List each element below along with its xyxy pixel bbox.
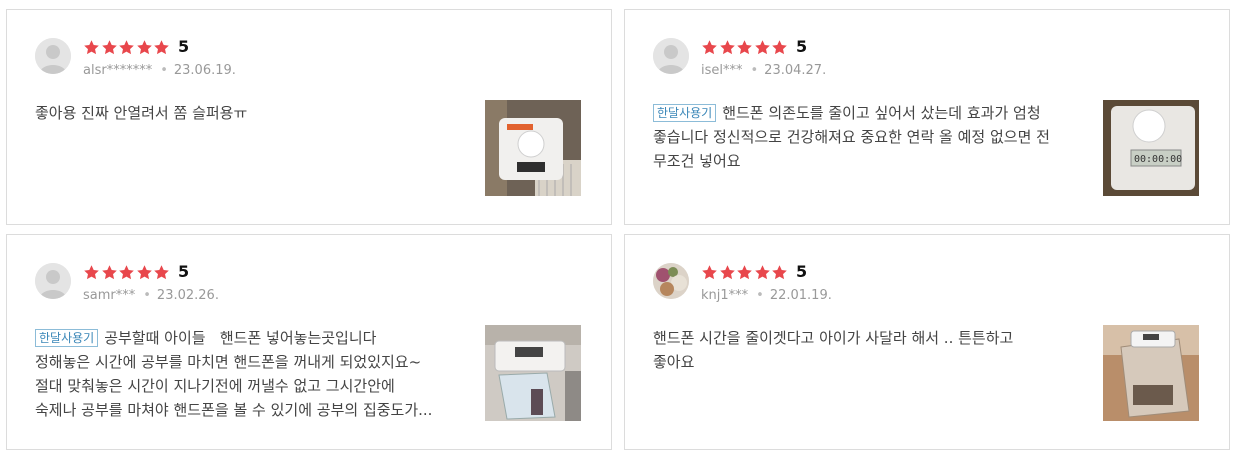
- star-icon: [754, 264, 770, 279]
- star-icon: [737, 39, 752, 54]
- star-icon: [101, 264, 117, 279]
- rating-score: 5: [178, 37, 190, 56]
- review-line: 좋습니다 정신적으로 건강해져요 중요한 연락 올 예정 없으면 전: [653, 128, 1050, 146]
- avatar: [35, 38, 71, 74]
- review-date: 22.01.19.: [769, 288, 832, 303]
- review-text[interactable]: 한달사용기 공부할때 아이들 핸드폰 넣어놓는곳입니다 정해놓은 시간에 공부를 …: [35, 326, 455, 422]
- review-meta: alsr******* • 23.06.19.: [83, 63, 236, 78]
- avatar: [35, 263, 71, 299]
- review-text[interactable]: 핸드폰 시간을 줄이겟다고 아이가 사달라 해서 .. 튼튼하고 좋아요: [653, 326, 1073, 374]
- review-line: 좋아용 진짜 안열려서 쫌 슬퍼용ㅠ: [35, 104, 248, 122]
- review-date: 23.06.19.: [173, 63, 236, 78]
- star-icon: [119, 39, 134, 54]
- star-icon: [119, 264, 134, 279]
- star-icon: [84, 264, 99, 279]
- review-line: 숙제나 공부를 마쳐야 핸드폰을 볼 수 있기에 공부의 집중도가...: [35, 401, 433, 419]
- reviewer-id: alsr*******: [83, 63, 153, 78]
- star-icon: [154, 264, 169, 279]
- review-card: 5 knj1*** • 22.01.19. 핸드폰 시간을 줄이겟다고 아이가 사달…: [624, 234, 1230, 450]
- review-meta: isel*** • 23.04.27.: [701, 63, 827, 78]
- review-line: 무조건 넣어요: [653, 152, 741, 170]
- star-icon: [84, 39, 99, 54]
- avatar: [653, 38, 689, 74]
- review-card: 5 isel*** • 23.04.27. 한달사용기 핸드폰 의존도를 줄이고 싶어…: [624, 9, 1230, 225]
- reviewer-id: isel***: [701, 63, 743, 78]
- star-icon: [772, 264, 787, 279]
- review-meta: knj1*** • 22.01.19.: [701, 288, 832, 303]
- star-rating: [83, 262, 171, 282]
- star-icon: [136, 264, 152, 279]
- rating-score: 5: [796, 262, 808, 281]
- star-icon: [737, 264, 752, 279]
- review-date: 23.02.26.: [156, 288, 219, 303]
- review-text[interactable]: 좋아용 진짜 안열려서 쫌 슬퍼용ㅠ: [35, 101, 455, 125]
- review-card: 5 alsr******* • 23.06.19. 좋아용 진짜 안열려서 쫌 슬퍼…: [6, 9, 612, 225]
- reviewer-id: knj1***: [701, 288, 749, 303]
- star-rating: [701, 262, 789, 282]
- review-meta: samr*** • 23.02.26.: [83, 288, 219, 303]
- star-icon: [702, 39, 717, 54]
- review-photo[interactable]: [485, 100, 581, 196]
- review-card: 5 samr*** • 23.02.26. 한달사용기 공부할때 아이들 핸드폰 넣어…: [6, 234, 612, 450]
- star-icon: [754, 39, 770, 54]
- star-icon: [719, 264, 735, 279]
- star-icon: [101, 39, 117, 54]
- review-grid: 5 alsr******* • 23.06.19. 좋아용 진짜 안열려서 쫌 슬퍼…: [0, 0, 1238, 459]
- reviewer-id: samr***: [83, 288, 136, 303]
- star-icon: [136, 39, 152, 54]
- star-icon: [154, 39, 169, 54]
- review-photo[interactable]: [485, 325, 581, 421]
- review-line: 한달사용기 핸드폰 의존도를 줄이고 싶어서 샀는데 효과가 엄청: [653, 101, 1073, 125]
- star-rating: [83, 37, 171, 57]
- review-line: 핸드폰 시간을 줄이겟다고 아이가 사달라 해서 .. 튼튼하고: [653, 329, 1014, 347]
- review-line: 좋아요: [653, 353, 695, 371]
- badge-one-month-review: 한달사용기: [653, 104, 717, 122]
- star-icon: [702, 264, 717, 279]
- rating-score: 5: [796, 37, 808, 56]
- rating-score: 5: [178, 262, 190, 281]
- star-rating: [701, 37, 789, 57]
- review-text[interactable]: 한달사용기 핸드폰 의존도를 줄이고 싶어서 샀는데 효과가 엄청 좋습니다 정신…: [653, 101, 1073, 173]
- avatar: [653, 263, 689, 299]
- review-line: 한달사용기 공부할때 아이들 핸드폰 넣어놓는곳입니다: [35, 326, 455, 350]
- review-line: 정해놓은 시간에 공부를 마치면 핸드폰을 꺼내게 되었있지요~: [35, 353, 422, 371]
- badge-one-month-review: 한달사용기: [35, 329, 99, 347]
- star-icon: [719, 39, 735, 54]
- review-photo[interactable]: 00:00:00: [1103, 100, 1199, 196]
- review-photo[interactable]: [1103, 325, 1199, 421]
- review-line: 절대 맞춰놓은 시간이 지나기전에 꺼낼수 없고 그시간안에: [35, 377, 395, 395]
- svg-text:00:00:00: 00:00:00: [1134, 154, 1182, 165]
- review-date: 23.04.27.: [764, 63, 827, 78]
- star-icon: [772, 39, 787, 54]
